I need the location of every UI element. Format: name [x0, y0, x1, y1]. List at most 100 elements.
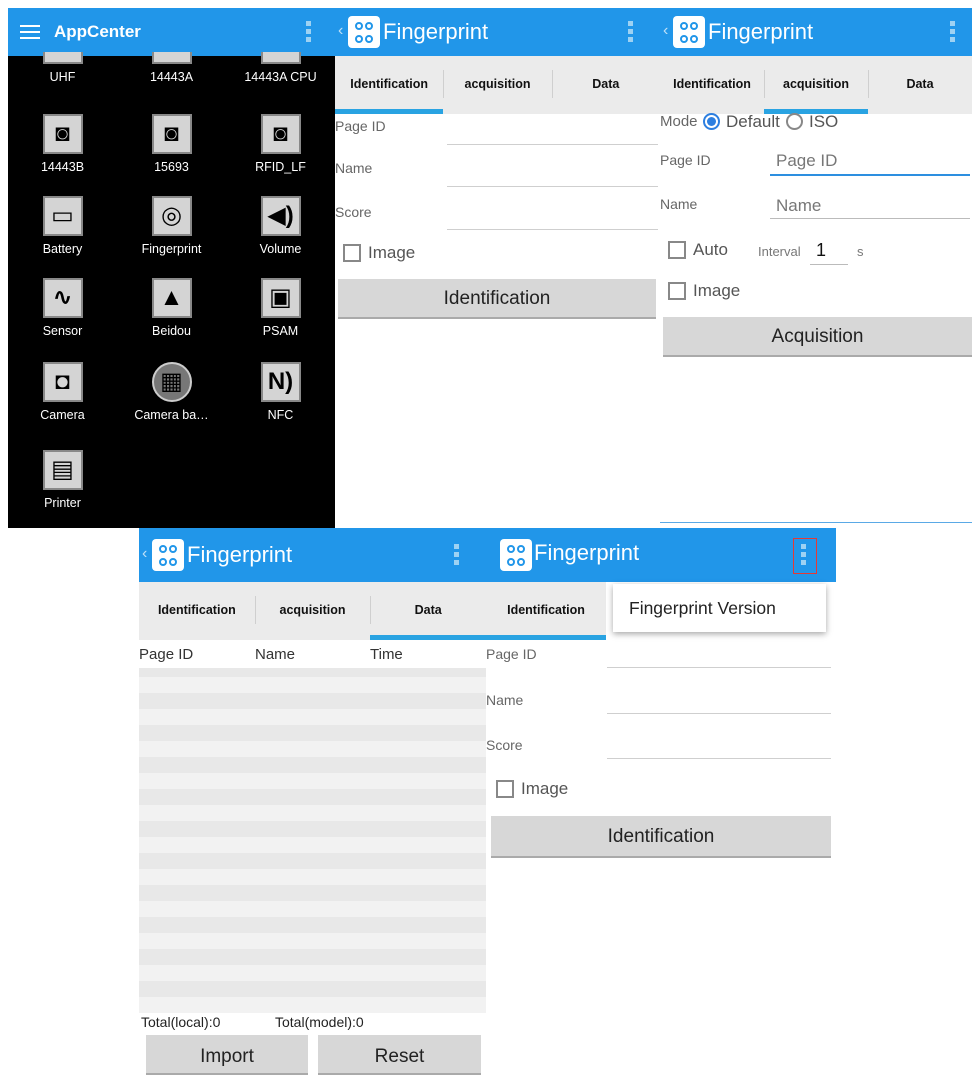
acquisition-button[interactable]: Acquisition — [663, 317, 972, 357]
tab-data[interactable]: Data — [370, 582, 486, 640]
acquisition-screen: ‹ Fingerprint Identification acquisition… — [660, 8, 972, 528]
page-id-input[interactable]: Page ID — [776, 151, 837, 171]
app-fingerprint[interactable]: ◎ Fingerprint — [117, 196, 226, 256]
app-camera-ba[interactable]: ▦ Camera ba… — [117, 362, 226, 422]
score-field[interactable] — [447, 229, 658, 230]
column-time: Time — [370, 646, 403, 663]
app-beidou[interactable]: ▲ Beidou — [117, 278, 226, 338]
app-label: Sensor — [42, 324, 83, 338]
printer-icon: ▤ — [42, 450, 83, 490]
import-button[interactable]: Import — [146, 1035, 308, 1075]
page-id-label: Page ID — [660, 152, 711, 168]
name-label: Name — [660, 196, 698, 212]
name-field[interactable] — [447, 186, 658, 187]
app-camera[interactable]: ◘ Camera — [8, 362, 117, 422]
fingerprint-logo-icon — [500, 539, 532, 571]
score-row: Score — [335, 192, 660, 232]
mode-iso-radio[interactable] — [786, 113, 803, 130]
navigation-icon: ▲ — [151, 278, 192, 318]
menu-icon[interactable] — [20, 25, 40, 39]
identification-button[interactable]: Identification — [338, 279, 656, 319]
total-local: Total(local):0 — [141, 1014, 221, 1030]
app-title: Fingerprint — [187, 542, 293, 567]
image-checkbox[interactable] — [496, 780, 514, 798]
app-bar: ‹ Fingerprint — [335, 8, 660, 56]
page-id-underline — [770, 174, 970, 176]
volume-icon: ◀) — [260, 196, 301, 236]
page-id-label: Page ID — [335, 118, 386, 134]
fingerprint-logo-icon — [673, 16, 705, 48]
app-psam[interactable]: ▣ PSAM — [226, 278, 335, 338]
interval-input[interactable]: 1 — [816, 240, 826, 261]
app-14443a-cpu[interactable]: 14443A CPU — [226, 52, 335, 84]
app-label: Battery — [42, 242, 83, 256]
tab-identification[interactable]: Identification — [139, 582, 255, 640]
app-uhf[interactable]: UHF — [8, 52, 117, 84]
tab-acquisition[interactable]: acquisition — [764, 56, 868, 114]
page-id-row: Page ID — [335, 106, 660, 146]
image-checkbox[interactable] — [343, 244, 361, 262]
mode-default-radio[interactable] — [703, 113, 720, 130]
app-15693[interactable]: ◙ 15693 — [117, 114, 226, 174]
14443a-icon — [151, 52, 192, 64]
app-label: 15693 — [154, 160, 189, 174]
auto-checkbox[interactable] — [668, 241, 686, 259]
app-sensor[interactable]: ∿ Sensor — [8, 278, 117, 338]
back-icon[interactable]: ‹ — [338, 22, 343, 40]
app-battery[interactable]: ▭ Battery — [8, 196, 117, 256]
identification-button[interactable]: Identification — [491, 816, 831, 858]
reset-button[interactable]: Reset — [318, 1035, 481, 1075]
overflow-menu-icon[interactable] — [950, 21, 956, 43]
mode-iso-label: ISO — [809, 112, 839, 131]
app-label: Camera ba… — [134, 408, 209, 422]
tab-data[interactable]: Data — [868, 56, 972, 114]
back-icon[interactable]: ‹ — [663, 22, 668, 40]
app-label: UHF — [49, 70, 76, 84]
card-reader-icon: ◙ — [260, 114, 301, 154]
app-printer[interactable]: ▤ Printer — [8, 450, 117, 510]
barcode-camera-icon: ▦ — [151, 362, 192, 402]
page-id-row: Page ID — [486, 634, 836, 674]
name-field[interactable] — [607, 713, 831, 714]
tab-acquisition[interactable]: acquisition — [254, 582, 371, 640]
app-volume[interactable]: ◀) Volume — [226, 196, 335, 256]
bottom-edge — [660, 522, 972, 523]
back-icon[interactable]: ‹ — [142, 545, 147, 563]
page-id-label: Page ID — [486, 646, 537, 662]
tab-bar: Identification acquisition Data — [660, 56, 972, 114]
tab-identification[interactable]: Identification — [486, 582, 606, 640]
app-rfid-lf[interactable]: ◙ RFID_LF — [226, 114, 335, 174]
image-checkbox[interactable] — [668, 282, 686, 300]
app-title: Fingerprint — [708, 19, 814, 44]
overflow-menu: Fingerprint Version — [613, 584, 826, 632]
screenshot-collage: AppCenter UHF 14443A 14443A CPU ◙ 14443B ◙ 156… — [0, 0, 972, 1075]
app-label: Printer — [44, 496, 81, 510]
auto-label: Auto — [693, 240, 728, 259]
app-label: Camera — [40, 408, 85, 422]
sim-card-icon: ▣ — [260, 278, 301, 318]
name-row: Name — [335, 148, 660, 188]
app-14443b[interactable]: ◙ 14443B — [8, 114, 117, 174]
page-id-field[interactable] — [607, 667, 831, 668]
overflow-menu-icon[interactable] — [306, 21, 312, 43]
app-bar: ‹ Fingerprint — [660, 8, 972, 56]
page-id-field[interactable] — [447, 144, 658, 145]
interval-label: Interval — [758, 244, 801, 259]
fingerprint-logo-icon — [152, 539, 184, 571]
interval-underline — [810, 264, 848, 265]
name-input[interactable]: Name — [776, 196, 821, 216]
score-field[interactable] — [607, 758, 831, 759]
overflow-menu-icon[interactable] — [628, 21, 634, 43]
score-label: Score — [335, 204, 372, 220]
data-list[interactable] — [139, 668, 486, 1013]
app-14443a[interactable]: 14443A — [117, 52, 226, 84]
column-name: Name — [255, 646, 296, 663]
menu-item-fingerprint-version[interactable]: Fingerprint Version — [629, 598, 776, 618]
name-label: Name — [335, 160, 373, 176]
name-row: Name — [486, 680, 836, 720]
battery-icon: ▭ — [42, 196, 83, 236]
overflow-menu-icon[interactable] — [454, 544, 460, 566]
appcenter-screen: AppCenter UHF 14443A 14443A CPU ◙ 14443B ◙ 156… — [8, 8, 335, 528]
column-page-id: Page ID — [139, 646, 194, 663]
app-nfc[interactable]: N) NFC — [226, 362, 335, 422]
